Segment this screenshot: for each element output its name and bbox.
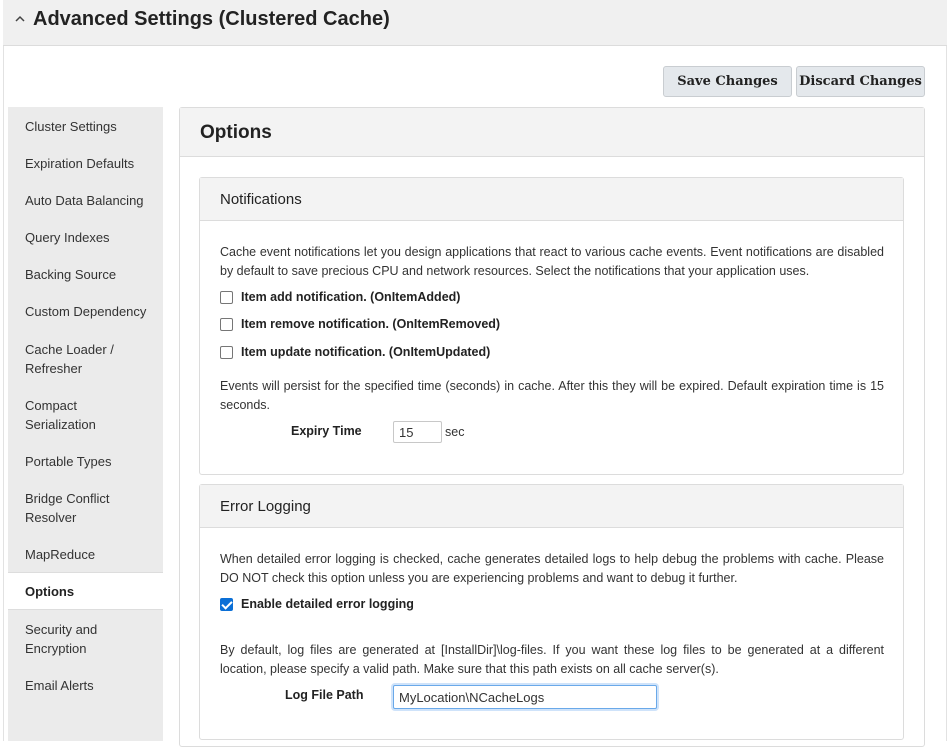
notifications-header: Notifications	[200, 178, 903, 221]
item-updated-checkbox[interactable]	[220, 345, 233, 359]
sidebar-item-mapreduce[interactable]: MapReduce	[8, 545, 163, 564]
collapsible-header[interactable]: Advanced Settings (Clustered Cache)	[3, 0, 947, 46]
notifications-description: Cache event notifications let you design…	[220, 245, 884, 278]
sidebar-item-auto-data-balancing[interactable]: Auto Data Balancing	[8, 191, 163, 210]
sidebar-item-portable-types[interactable]: Portable Types	[8, 452, 163, 471]
sidebar-item-custom-dependency[interactable]: Custom Dependency	[8, 302, 163, 321]
item-added-label[interactable]: Item add notification. (OnItemAdded)	[241, 290, 460, 304]
item-removed-checkbox[interactable]	[220, 317, 233, 331]
error-logging-description: When detailed error logging is checked, …	[220, 552, 884, 585]
sidebar-item-expiration-defaults[interactable]: Expiration Defaults	[8, 154, 163, 173]
log-file-path-label: Log File Path	[285, 688, 364, 702]
item-updated-option[interactable]: Item update notification. (OnItemUpdated…	[220, 344, 490, 360]
notifications-title: Notifications	[220, 191, 302, 208]
expiry-unit: sec	[445, 425, 465, 439]
sidebar-item-backing-source[interactable]: Backing Source	[8, 265, 163, 284]
options-panel-header: Options	[180, 108, 924, 157]
detailed-logging-option[interactable]: Enable detailed error logging	[220, 596, 414, 612]
expiry-description: Events will persist for the specified ti…	[220, 379, 884, 412]
detailed-logging-checkbox[interactable]	[220, 597, 233, 611]
sidebar-item-query-indexes[interactable]: Query Indexes	[8, 228, 163, 247]
detailed-logging-label[interactable]: Enable detailed error logging	[241, 597, 414, 611]
sidebar-item-cache-loader[interactable]: Cache Loader / Refresher	[8, 340, 128, 378]
expiry-time-label: Expiry Time	[291, 424, 362, 438]
options-title: Options	[200, 122, 272, 143]
item-removed-label[interactable]: Item remove notification. (OnItemRemoved…	[241, 317, 500, 331]
sidebar-item-bridge-conflict-resolver[interactable]: Bridge Conflict Resolver	[8, 489, 128, 527]
sidebar-item-cluster-settings[interactable]: Cluster Settings	[8, 117, 163, 136]
log-file-path-input[interactable]	[393, 685, 657, 709]
sidebar-item-email-alerts[interactable]: Email Alerts	[8, 676, 163, 695]
settings-sidebar: Cluster Settings Expiration Defaults Aut…	[8, 107, 163, 741]
sidebar-item-compact-serialization[interactable]: Compact Serialization	[8, 396, 128, 434]
sidebar-item-security-encryption[interactable]: Security and Encryption	[8, 620, 128, 658]
log-path-description: By default, log files are generated at […	[220, 643, 884, 676]
expiry-time-input[interactable]	[393, 421, 442, 443]
item-removed-option[interactable]: Item remove notification. (OnItemRemoved…	[220, 316, 500, 332]
page-title: Advanced Settings (Clustered Cache)	[33, 8, 390, 30]
save-changes-button[interactable]: Save Changes	[663, 66, 792, 97]
item-updated-label[interactable]: Item update notification. (OnItemUpdated…	[241, 345, 490, 359]
error-logging-header: Error Logging	[200, 485, 903, 528]
item-added-option[interactable]: Item add notification. (OnItemAdded)	[220, 289, 460, 305]
discard-changes-button[interactable]: Discard Changes	[796, 66, 925, 97]
chevron-up-icon[interactable]	[13, 12, 27, 26]
error-logging-card: Error Logging When detailed error loggin…	[199, 484, 904, 740]
sidebar-item-options[interactable]: Options	[8, 572, 163, 610]
item-added-checkbox[interactable]	[220, 290, 233, 304]
error-logging-title: Error Logging	[220, 498, 311, 515]
notifications-card: Notifications Cache event notifications …	[199, 177, 904, 475]
